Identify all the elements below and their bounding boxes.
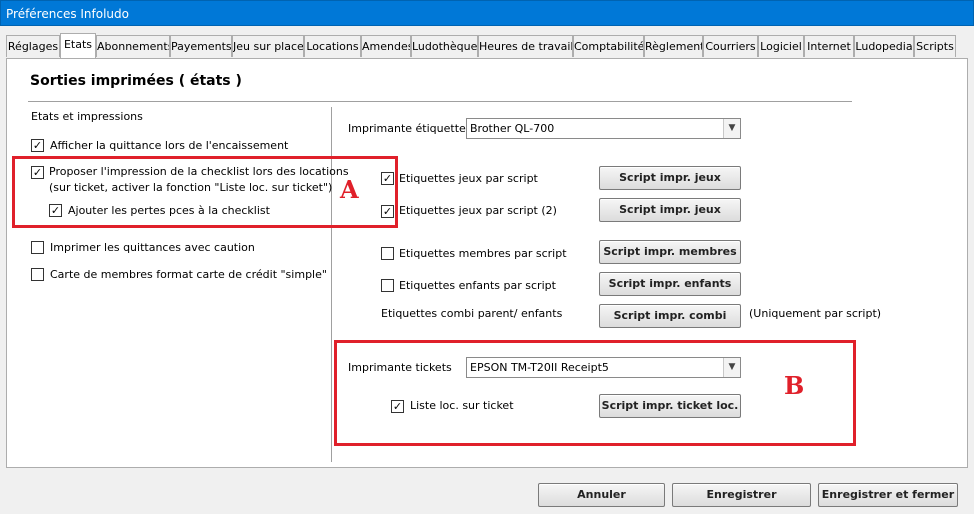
tab-locations[interactable]: Locations bbox=[304, 35, 361, 57]
checkbox-etiquettes-enfants[interactable] bbox=[381, 279, 394, 292]
checkbox-carte-membres[interactable] bbox=[31, 268, 44, 281]
tab-comptabilite[interactable]: Comptabilité bbox=[573, 35, 644, 57]
page-title: Sorties imprimées ( états ) bbox=[30, 73, 242, 89]
select-imprimante-etiquettes-value: Brother QL-700 bbox=[470, 122, 555, 135]
label-carte-membres: Carte de membres format carte de crédit … bbox=[50, 268, 327, 281]
tab-jeu-sur-place[interactable]: Jeu sur place bbox=[232, 35, 304, 57]
group-label-etats: Etats et impressions bbox=[31, 110, 143, 123]
tab-logiciel[interactable]: Logiciel bbox=[758, 35, 804, 57]
label-etiquettes-enfants: Etiquettes enfants par script bbox=[399, 279, 556, 292]
tab-reglages[interactable]: Réglages bbox=[6, 35, 60, 57]
label-etiquettes-combi: Etiquettes combi parent/ enfants bbox=[381, 307, 563, 320]
tab-abonnements[interactable]: Abonnements bbox=[96, 35, 170, 57]
checkbox-imprimer-caution[interactable] bbox=[31, 241, 44, 254]
checkbox-afficher-quittance[interactable]: ✓ bbox=[31, 139, 44, 152]
select-imprimante-etiquettes[interactable]: Brother QL-700 ▼ bbox=[466, 118, 741, 139]
script-impr-enfants-button[interactable]: Script impr. enfants bbox=[599, 272, 741, 296]
script-impr-combi-button[interactable]: Script impr. combi bbox=[599, 304, 741, 328]
script-impr-membres-button[interactable]: Script impr. membres bbox=[599, 240, 741, 264]
tab-payements[interactable]: Payements bbox=[170, 35, 232, 57]
script-impr-jeux-2-button[interactable]: Script impr. jeux bbox=[599, 198, 741, 222]
title-divider bbox=[28, 101, 852, 102]
tab-scripts[interactable]: Scripts bbox=[914, 35, 956, 57]
label-etiquettes-jeux-2: Etiquettes jeux par script (2) bbox=[399, 204, 557, 217]
annotation-letter-a: A bbox=[340, 175, 359, 204]
tab-etats[interactable]: Etats bbox=[60, 33, 96, 58]
label-imprimer-caution: Imprimer les quittances avec caution bbox=[50, 241, 255, 254]
label-imprimante-etiquettes: Imprimante étiquettes bbox=[348, 122, 472, 135]
checkbox-etiquettes-membres[interactable] bbox=[381, 247, 394, 260]
label-etiquettes-membres: Etiquettes membres par script bbox=[399, 247, 567, 260]
tab-ludotheque[interactable]: Ludothèque bbox=[411, 35, 478, 57]
save-and-close-button[interactable]: Enregistrer et fermer bbox=[818, 483, 958, 507]
tab-courriers[interactable]: Courriers bbox=[703, 35, 758, 57]
chevron-down-icon: ▼ bbox=[723, 119, 740, 138]
tab-bar: Réglages Etats Abonnements Payements Jeu… bbox=[6, 33, 970, 59]
window-title: Préférences Infoludo bbox=[0, 0, 974, 26]
annotation-letter-b: B bbox=[784, 371, 805, 400]
annotation-box-b bbox=[334, 340, 856, 446]
tab-amendes[interactable]: Amendes bbox=[361, 35, 411, 57]
tab-heures-de-travail[interactable]: Heures de travail bbox=[478, 35, 573, 57]
label-etiquettes-jeux: Etiquettes jeux par script bbox=[399, 172, 538, 185]
save-button[interactable]: Enregistrer bbox=[672, 483, 811, 507]
cancel-button[interactable]: Annuler bbox=[538, 483, 665, 507]
combi-note: (Uniquement par script) bbox=[749, 307, 882, 320]
tab-internet[interactable]: Internet bbox=[804, 35, 854, 57]
script-impr-jeux-button[interactable]: Script impr. jeux bbox=[599, 166, 741, 190]
label-afficher-quittance: Afficher la quittance lors de l'encaisse… bbox=[50, 139, 289, 152]
tab-ludopedia[interactable]: Ludopedia bbox=[854, 35, 914, 57]
tab-reglement[interactable]: Règlement bbox=[644, 35, 703, 57]
